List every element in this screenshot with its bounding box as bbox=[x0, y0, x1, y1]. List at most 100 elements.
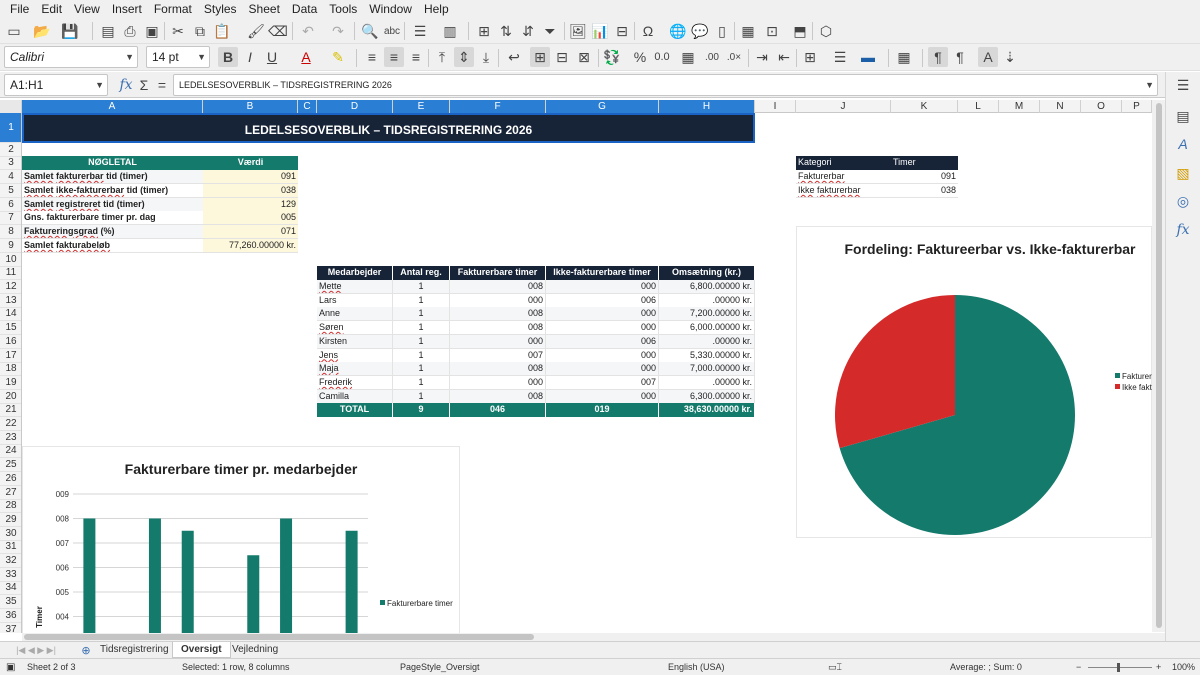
employee-header-cell[interactable]: Omsætning (kr.) bbox=[659, 266, 755, 280]
document-modified-icon[interactable]: ▣ bbox=[6, 659, 15, 676]
clone-formatting-icon[interactable]: 🖌 bbox=[246, 21, 266, 41]
employee-cell[interactable]: Anne bbox=[317, 307, 393, 322]
row-header[interactable]: 37 bbox=[0, 623, 21, 633]
employee-cell[interactable]: Maja bbox=[317, 362, 393, 377]
bar-chart-bar[interactable] bbox=[247, 555, 260, 633]
align-center-icon[interactable]: ≡ bbox=[384, 47, 404, 67]
row-header[interactable]: 4 bbox=[0, 170, 21, 184]
border-style-icon[interactable]: ☰ bbox=[830, 47, 850, 67]
font-color-icon[interactable]: A bbox=[296, 47, 316, 67]
hamburger-menu-icon[interactable]: ☰ bbox=[1173, 75, 1193, 95]
row-header[interactable]: 13 bbox=[0, 294, 21, 308]
show-draw-functions-icon[interactable]: ⬡ bbox=[816, 21, 836, 41]
kpi-value[interactable]: 091 bbox=[203, 170, 298, 184]
row-header[interactable]: 16 bbox=[0, 335, 21, 349]
open-folder-icon[interactable]: 📂 bbox=[32, 21, 52, 41]
row-header[interactable]: 25 bbox=[0, 458, 21, 472]
chevron-down-icon[interactable]: ▼ bbox=[1145, 75, 1154, 95]
column-header[interactable]: E bbox=[393, 100, 450, 113]
bar-chart-bar[interactable] bbox=[345, 530, 358, 633]
employee-cell[interactable]: 5,330.00000 kr. bbox=[659, 348, 755, 363]
underline-icon[interactable]: U bbox=[262, 47, 282, 67]
pivot-table-icon[interactable]: ⊟ bbox=[612, 21, 632, 41]
column-header[interactable]: H bbox=[659, 100, 755, 113]
column-header[interactable]: L bbox=[958, 100, 999, 113]
delete-decimal-icon[interactable]: .0× bbox=[724, 47, 744, 67]
employee-cell[interactable]: 000 bbox=[546, 280, 659, 294]
employee-cell[interactable]: 000 bbox=[450, 334, 546, 349]
new-document-icon[interactable]: ▭ bbox=[4, 21, 24, 41]
employee-cell[interactable]: 008 bbox=[450, 389, 546, 404]
employee-cell[interactable]: 1 bbox=[393, 389, 450, 404]
merge-cells-icon[interactable]: ⊞ bbox=[474, 21, 494, 41]
column-header[interactable]: O bbox=[1081, 100, 1122, 113]
kpi-label[interactable]: Gns. fakturerbare timer pr. dag bbox=[22, 211, 203, 225]
employee-cell[interactable]: 000 bbox=[546, 389, 659, 404]
chevron-down-icon[interactable]: ▼ bbox=[125, 47, 134, 67]
employee-cell[interactable]: 007 bbox=[546, 375, 659, 390]
employee-total-cell[interactable]: TOTAL bbox=[317, 403, 393, 417]
employee-header-cell[interactable]: Antal reg. bbox=[393, 266, 450, 280]
employee-cell[interactable]: Frederik bbox=[317, 375, 393, 390]
employee-cell[interactable]: 6,000.00000 kr. bbox=[659, 321, 755, 336]
kpi-label[interactable]: Samlet fakturabeløb bbox=[22, 239, 203, 253]
sort-descending-icon[interactable]: ⇵ bbox=[518, 21, 538, 41]
sheet-title[interactable]: LEDELSESOVERBLIK – TIDSREGISTRERING 2026 bbox=[22, 113, 755, 143]
merge-center-icon[interactable]: ⊞ bbox=[530, 47, 550, 67]
unmerge-icon[interactable]: ⊠ bbox=[574, 47, 594, 67]
employee-cell[interactable]: 1 bbox=[393, 375, 450, 390]
row-header[interactable]: 9 bbox=[0, 239, 21, 253]
menu-insert[interactable]: Insert bbox=[106, 0, 148, 18]
column-header[interactable]: I bbox=[755, 100, 796, 113]
align-top-icon[interactable]: ⤒ bbox=[432, 47, 452, 67]
menu-help[interactable]: Help bbox=[418, 0, 455, 18]
formula-input[interactable]: LEDELSESOVERBLIK – TIDSREGISTRERING 2026… bbox=[173, 74, 1158, 96]
employee-cell[interactable]: 000 bbox=[546, 307, 659, 322]
row-header[interactable]: 3 bbox=[0, 156, 21, 170]
zoom-slider-thumb[interactable] bbox=[1117, 663, 1120, 672]
column-header[interactable]: C bbox=[298, 100, 317, 113]
employee-cell[interactable]: 000 bbox=[450, 293, 546, 308]
employee-cell[interactable]: 008 bbox=[450, 321, 546, 336]
decrease-indent-icon[interactable]: ⇤ bbox=[774, 47, 794, 67]
kpi-label[interactable]: Samlet ikke-fakturerbar tid (timer) bbox=[22, 184, 203, 198]
column-header[interactable]: G bbox=[546, 100, 659, 113]
properties-icon[interactable]: ▤ bbox=[1173, 106, 1193, 126]
function-wizard-icon[interactable]: fx bbox=[116, 75, 136, 95]
employee-cell[interactable]: Jens bbox=[317, 348, 393, 363]
zoom-in-icon[interactable]: + bbox=[1156, 659, 1161, 676]
employee-cell[interactable]: 7,000.00000 kr. bbox=[659, 362, 755, 377]
borders-icon[interactable]: ⊞ bbox=[800, 47, 820, 67]
comment-icon[interactable]: 💬 bbox=[690, 21, 710, 41]
category-value[interactable]: 091 bbox=[891, 170, 958, 184]
employee-cell[interactable]: 1 bbox=[393, 293, 450, 308]
row-header[interactable]: 17 bbox=[0, 349, 21, 363]
sum-icon[interactable]: Σ bbox=[134, 75, 154, 95]
tab-tidsregistrering[interactable]: Tidsregistrering bbox=[92, 642, 177, 658]
employee-cell[interactable]: 007 bbox=[450, 348, 546, 363]
employee-cell[interactable]: 008 bbox=[450, 307, 546, 322]
employee-cell[interactable]: 006 bbox=[546, 293, 659, 308]
row-header[interactable]: 28 bbox=[0, 499, 21, 513]
sort-ascending-icon[interactable]: ⇅ bbox=[496, 21, 516, 41]
row-header[interactable]: 31 bbox=[0, 540, 21, 554]
sheet-grid[interactable]: LEDELSESOVERBLIK – TIDSREGISTRERING 2026… bbox=[22, 113, 1152, 633]
insert-image-icon[interactable]: 🖼 bbox=[568, 21, 588, 41]
column-header[interactable]: P bbox=[1122, 100, 1152, 113]
undo-icon[interactable]: ↶ bbox=[298, 21, 318, 41]
headers-footers-icon[interactable]: ▯ bbox=[712, 21, 732, 41]
employee-cell[interactable]: 1 bbox=[393, 348, 450, 363]
row-header[interactable]: 29 bbox=[0, 513, 21, 527]
row-header[interactable]: 7 bbox=[0, 211, 21, 225]
wrap-text-icon[interactable]: ↩ bbox=[504, 47, 524, 67]
employee-cell[interactable]: 008 bbox=[450, 280, 546, 294]
tab-vejledning[interactable]: Vejledning bbox=[224, 642, 286, 658]
column-icon[interactable]: ▥ bbox=[440, 21, 460, 41]
employee-cell[interactable]: 000 bbox=[546, 362, 659, 377]
functions-icon[interactable]: fx bbox=[1173, 220, 1193, 240]
print-icon[interactable]: ⎙ bbox=[120, 21, 140, 41]
employee-total-cell[interactable]: 9 bbox=[393, 403, 450, 417]
tab-navigation-arrows-icon[interactable]: |◀ ◀ ▶ ▶| bbox=[4, 640, 68, 660]
employee-total-cell[interactable]: 38,630.00000 kr. bbox=[659, 403, 755, 417]
employee-total-cell[interactable]: 046 bbox=[450, 403, 546, 417]
